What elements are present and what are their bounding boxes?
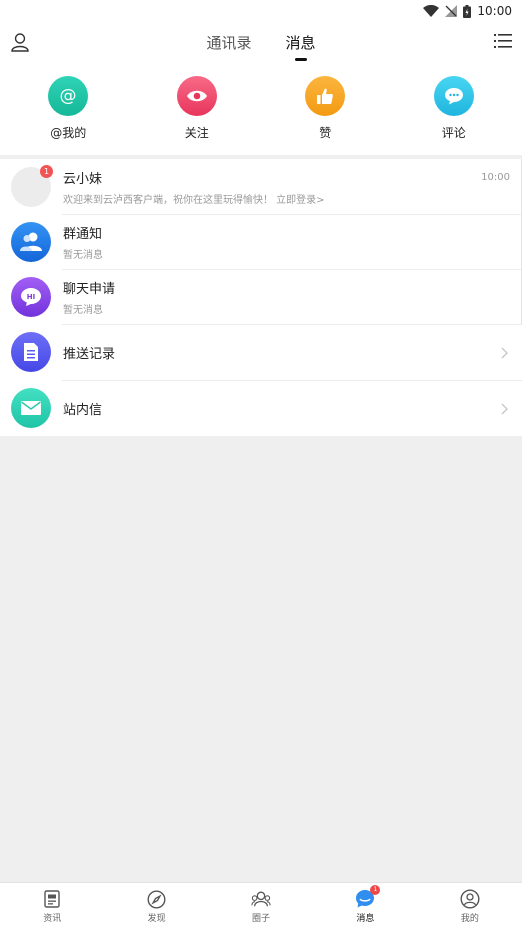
wifi-icon bbox=[423, 5, 440, 17]
list-item-time: 10:00 bbox=[481, 172, 510, 183]
default-avatar: 1 bbox=[11, 164, 53, 207]
chevron-right-icon bbox=[500, 400, 508, 419]
no-signal-icon bbox=[445, 5, 458, 17]
chevron-right-icon bbox=[500, 344, 508, 363]
list-item-title: 群通知 bbox=[63, 226, 103, 242]
list-item-subtitle: 欢迎来到云泸西客户端，祝你在这里玩得愉快！ 立即登录> bbox=[63, 194, 325, 206]
tab-contacts[interactable]: 通讯录 bbox=[206, 32, 251, 61]
list-item-chat-request[interactable]: HI 聊天申请 暂无消息 bbox=[0, 269, 522, 324]
thumbs-up-icon bbox=[305, 76, 346, 116]
nav-profile[interactable]: 我的 bbox=[418, 883, 522, 928]
quick-action-label: 赞 bbox=[319, 126, 332, 140]
list-item-title: 聊天申请 bbox=[63, 281, 116, 297]
bottom-nav: 资讯 发现 圈子 1 消息 我的 bbox=[0, 882, 522, 928]
news-icon bbox=[42, 889, 62, 909]
nav-discover[interactable]: 发现 bbox=[104, 883, 208, 928]
quick-action-label: 关注 bbox=[184, 126, 209, 140]
at-icon: @ bbox=[48, 76, 89, 116]
unread-badge: 1 bbox=[40, 164, 53, 178]
mail-icon bbox=[11, 388, 51, 428]
quick-action-mentions[interactable]: @ @我的 bbox=[28, 76, 108, 141]
top-panel: 10:00 通讯录 消息 @ @我的 关注 赞 评论 bbox=[0, 0, 522, 155]
list-item-subtitle: 暂无消息 bbox=[63, 249, 103, 261]
header: 通讯录 消息 bbox=[0, 22, 522, 64]
svg-text:@: @ bbox=[60, 86, 77, 106]
message-icon: 1 bbox=[355, 885, 381, 909]
quick-action-follow[interactable]: 关注 bbox=[157, 76, 237, 141]
chat-hi-icon: HI bbox=[11, 276, 51, 317]
tab-messages[interactable]: 消息 bbox=[286, 32, 316, 61]
comment-icon bbox=[433, 76, 474, 116]
eye-icon bbox=[176, 76, 217, 116]
header-tabs: 通讯录 消息 bbox=[0, 32, 522, 61]
nav-messages[interactable]: 1 消息 bbox=[313, 883, 417, 928]
list-item-push-records[interactable]: 推送记录 bbox=[0, 324, 522, 380]
circle-group-icon bbox=[251, 889, 271, 909]
svg-text:HI: HI bbox=[27, 293, 35, 301]
quick-action-likes[interactable]: 赞 bbox=[285, 76, 365, 141]
list-item-title: 站内信 bbox=[63, 402, 103, 418]
nav-badge: 1 bbox=[370, 885, 381, 895]
nav-label: 资讯 bbox=[43, 914, 62, 924]
list-item-title: 推送记录 bbox=[63, 346, 116, 362]
quick-action-comments[interactable]: 评论 bbox=[414, 76, 494, 141]
nav-label: 圈子 bbox=[252, 914, 271, 924]
message-list: 1 云小妹 欢迎来到云泸西客户端，祝你在这里玩得愉快！ 立即登录> 10:00 … bbox=[0, 159, 522, 436]
nav-label: 发现 bbox=[147, 914, 166, 924]
nav-circle[interactable]: 圈子 bbox=[209, 883, 313, 928]
document-icon bbox=[11, 332, 51, 372]
list-item-subtitle: 暂无消息 bbox=[63, 304, 103, 316]
nav-news[interactable]: 资讯 bbox=[0, 883, 104, 928]
list-item-title: 云小妹 bbox=[63, 171, 103, 187]
status-bar: 10:00 bbox=[0, 0, 522, 22]
menu-list-icon[interactable] bbox=[494, 32, 512, 54]
list-item-yun-xiaomei[interactable]: 1 云小妹 欢迎来到云泸西客户端，祝你在这里玩得愉快！ 立即登录> 10:00 bbox=[0, 159, 522, 214]
battery-icon bbox=[463, 4, 472, 18]
compass-icon bbox=[147, 889, 167, 909]
nav-label: 消息 bbox=[356, 914, 375, 924]
quick-action-label: @我的 bbox=[50, 126, 87, 140]
profile-icon bbox=[460, 889, 480, 909]
list-item-site-mail[interactable]: 站内信 bbox=[0, 380, 522, 436]
nav-label: 我的 bbox=[460, 914, 479, 924]
quick-actions: @ @我的 关注 赞 评论 bbox=[0, 64, 522, 141]
status-time: 10:00 bbox=[477, 4, 512, 18]
list-item-group-notice[interactable]: 群通知 暂无消息 bbox=[0, 214, 522, 269]
group-icon bbox=[11, 221, 51, 262]
quick-action-label: 评论 bbox=[441, 126, 466, 140]
